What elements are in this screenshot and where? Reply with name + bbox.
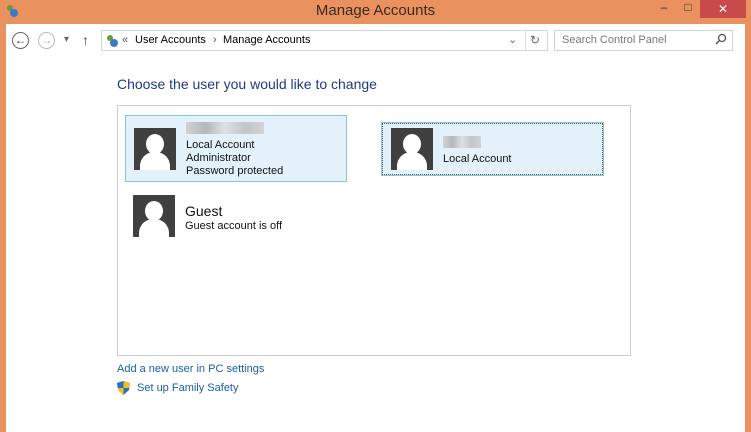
account-tile-guest[interactable]: Guest Guest account is off xyxy=(125,191,347,243)
close-button[interactable]: ✕ xyxy=(700,0,746,18)
breadcrumb-manage-accounts[interactable]: Manage Accounts xyxy=(223,34,310,46)
shield-icon xyxy=(117,381,130,398)
address-dropdown-button[interactable]: ⌄ xyxy=(508,33,517,46)
page-heading: Choose the user you would like to change xyxy=(117,76,377,92)
account-name-redacted xyxy=(443,136,481,148)
user-accounts-icon xyxy=(105,34,119,51)
account-type: Local Account xyxy=(186,139,255,151)
avatar-icon xyxy=(134,128,176,170)
refresh-button[interactable]: ↻ xyxy=(530,33,540,47)
maximize-button[interactable]: □ xyxy=(676,0,700,18)
forward-button[interactable]: → xyxy=(38,32,55,49)
search-icon[interactable] xyxy=(715,33,727,48)
guest-name: Guest xyxy=(185,203,223,219)
family-safety-link[interactable]: Set up Family Safety xyxy=(137,382,239,394)
account-name-redacted xyxy=(186,122,264,134)
back-button[interactable]: ← xyxy=(12,32,29,49)
up-button[interactable]: ↑ xyxy=(82,32,89,48)
add-new-user-link[interactable]: Add a new user in PC settings xyxy=(117,363,264,375)
account-role: Administrator xyxy=(186,152,251,164)
search-box[interactable]: Search Control Panel xyxy=(554,30,733,51)
address-bar[interactable]: « User Accounts › Manage Accounts ⌄ ↻ xyxy=(101,30,548,51)
avatar-icon xyxy=(133,195,175,237)
breadcrumb-separator[interactable]: › xyxy=(213,34,217,46)
minimize-button[interactable]: – xyxy=(652,0,676,18)
account-type: Local Account xyxy=(443,153,512,165)
breadcrumb-overflow[interactable]: « xyxy=(122,34,128,46)
search-input[interactable]: Search Control Panel xyxy=(562,34,667,46)
recent-locations-button[interactable]: ▾ xyxy=(64,34,69,45)
account-password-status: Password protected xyxy=(186,165,284,177)
guest-status: Guest account is off xyxy=(185,220,283,232)
window-title: Manage Accounts xyxy=(315,2,436,19)
avatar-icon xyxy=(391,128,433,170)
breadcrumb-user-accounts[interactable]: User Accounts xyxy=(135,34,206,46)
account-tile-administrator[interactable]: Local Account Administrator Password pro… xyxy=(125,115,347,182)
divider xyxy=(525,31,526,50)
account-tile-local[interactable]: Local Account xyxy=(381,122,604,176)
